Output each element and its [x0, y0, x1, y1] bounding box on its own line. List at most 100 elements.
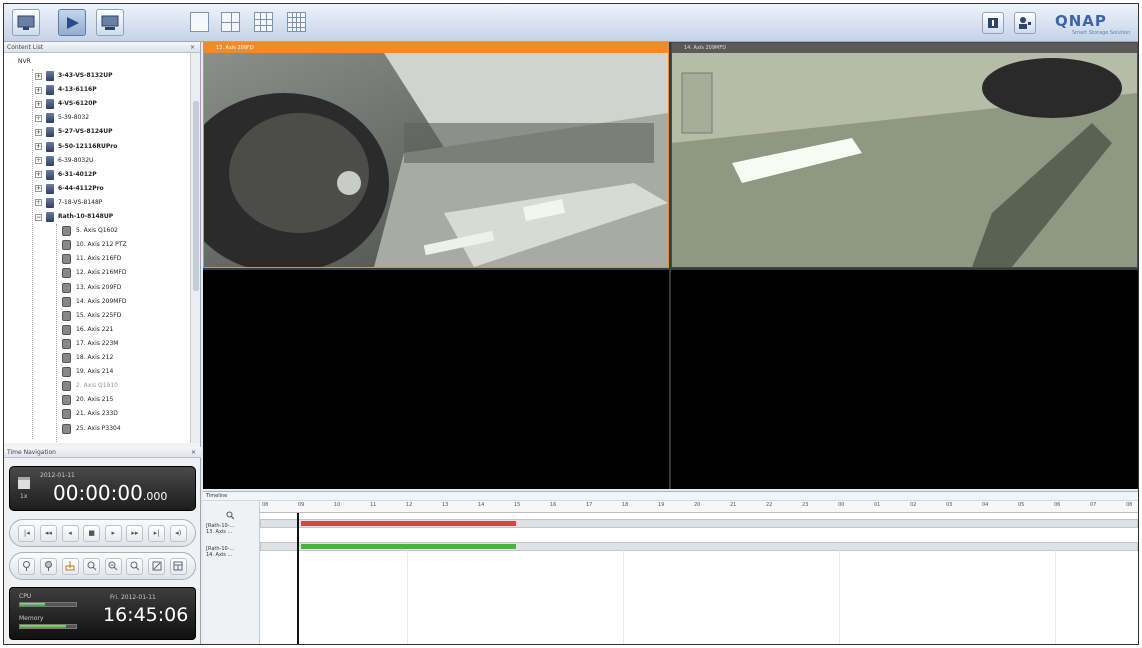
- time-display: 1x 2012-01-11 00:00:00.000: [9, 466, 196, 511]
- tree-camera[interactable]: 20. Axis 215: [62, 393, 113, 407]
- layout-1x1-icon[interactable]: [190, 12, 209, 32]
- user-icon[interactable]: [1014, 12, 1036, 34]
- expand-toggle-icon[interactable]: +: [35, 100, 42, 108]
- zoom-in-icon[interactable]: [104, 557, 122, 575]
- tree-camera[interactable]: 10. Axis 212 PTZ: [62, 238, 127, 252]
- video-pane-2[interactable]: 14. Axis 209MFD: [671, 42, 1138, 268]
- tree-camera[interactable]: 14. Axis 209MFD: [62, 295, 127, 309]
- search-icon[interactable]: [83, 557, 101, 575]
- tree-folder[interactable]: +3-43-VS-8132UP: [35, 69, 113, 83]
- close-icon[interactable]: ×: [191, 447, 196, 458]
- recording-segment[interactable]: [300, 544, 516, 549]
- hour-tick-label: 08: [262, 502, 269, 508]
- expand-toggle-icon[interactable]: +: [35, 86, 42, 94]
- expand-toggle-icon[interactable]: +: [35, 128, 42, 136]
- grid-line: [407, 550, 408, 644]
- expand-toggle-icon[interactable]: −: [35, 213, 42, 221]
- video-pane-4[interactable]: [671, 270, 1138, 489]
- tree-camera[interactable]: 25. Axis P3304: [62, 422, 121, 436]
- play-button[interactable]: ▸: [104, 524, 122, 542]
- tree-camera[interactable]: 12. Axis 216MFD: [62, 266, 127, 280]
- tree-folder[interactable]: +6-39-8032U: [35, 154, 93, 168]
- expand-toggle-icon[interactable]: +: [35, 157, 42, 165]
- timeline-track-2[interactable]: [260, 542, 1138, 551]
- expand-toggle-icon[interactable]: +: [35, 185, 42, 193]
- hour-tick-label: 15: [514, 502, 521, 508]
- expand-toggle-icon[interactable]: +: [35, 72, 42, 80]
- logo-subtitle: Smart Storage Solution: [1072, 30, 1131, 36]
- tree-camera[interactable]: 5. Axis Q1602: [62, 224, 118, 238]
- video-pane-1[interactable]: 13. Axis 209FD: [203, 42, 669, 268]
- expand-toggle-icon[interactable]: +: [35, 171, 42, 179]
- camera-feed-1: [204, 53, 668, 267]
- timeline-labels: [Rath-10-... 13. Axis ... [Rath-10-... 14.…: [203, 501, 260, 644]
- close-icon[interactable]: ×: [190, 42, 195, 53]
- nvr-folder-icon: [46, 71, 54, 81]
- export-icon[interactable]: [61, 557, 79, 575]
- device-icon[interactable]: [96, 9, 124, 36]
- calendar-icon[interactable]: [18, 477, 30, 489]
- info-icon[interactable]: [982, 12, 1004, 34]
- tree-camera[interactable]: 15. Axis 225FD: [62, 309, 121, 323]
- layout-3x3-icon[interactable]: [254, 12, 273, 32]
- tree-camera[interactable]: 16. Axis 221: [62, 323, 113, 337]
- layout-2x2-icon[interactable]: [221, 12, 240, 32]
- timeline-track-1[interactable]: [260, 519, 1138, 528]
- hour-tick-label: 05: [1018, 502, 1025, 508]
- tree-scrollbar[interactable]: [190, 53, 200, 443]
- tree-root[interactable]: NVR: [18, 55, 31, 69]
- camera-icon: [62, 226, 71, 237]
- camera-icon: [62, 423, 71, 434]
- zoom-out-icon[interactable]: [126, 557, 144, 575]
- tree-folder[interactable]: +4-VS-6120P: [35, 97, 97, 111]
- calendar-grid-icon[interactable]: [169, 557, 187, 575]
- hour-tick-label: 04: [982, 502, 989, 508]
- tree-camera-label: 2. Axis Q1910: [76, 382, 118, 390]
- tree-camera[interactable]: 17. Axis 223M: [62, 337, 118, 351]
- memory-bar-fill: [20, 625, 66, 628]
- recording-segment[interactable]: [300, 521, 516, 526]
- tree-camera[interactable]: 19. Axis 214: [62, 365, 113, 379]
- layout-4x4-icon[interactable]: [287, 12, 306, 32]
- tree-camera[interactable]: 2. Axis Q1910: [62, 379, 118, 393]
- tree-camera[interactable]: 13. Axis 209FD: [62, 281, 121, 295]
- fast-forward-button[interactable]: ▸▸: [126, 524, 144, 542]
- nvr-folder-icon: [46, 169, 54, 180]
- tree-camera-label: 18. Axis 212: [76, 354, 114, 361]
- nvr-folder-icon: [46, 141, 54, 152]
- skip-end-button[interactable]: ▸|: [148, 524, 166, 542]
- stop-button[interactable]: ■: [83, 524, 101, 542]
- tree-folder[interactable]: +5-50-12116RUPro: [35, 140, 117, 154]
- monitor-icon[interactable]: [12, 9, 40, 36]
- audio-button[interactable]: ◂): [169, 524, 187, 542]
- timeline-cursor[interactable]: [296, 513, 299, 644]
- scrollbar-thumb[interactable]: [193, 101, 199, 291]
- step-back-button[interactable]: ◂: [61, 524, 79, 542]
- zoom-icon[interactable]: [226, 504, 235, 520]
- pin-icon[interactable]: [18, 557, 36, 575]
- expand-toggle-icon[interactable]: +: [35, 114, 42, 122]
- tree-folder[interactable]: +6-31-4012P: [35, 168, 97, 182]
- tree-folder[interactable]: +7-18-VS-8148P: [35, 196, 102, 210]
- expand-toggle-icon[interactable]: +: [35, 199, 42, 207]
- tree-folder-label: 5-50-12116RUPro: [58, 142, 118, 150]
- tree-folder[interactable]: +6-44-4112Pro: [35, 182, 104, 196]
- expand-toggle-icon[interactable]: +: [35, 143, 42, 150]
- fit-icon[interactable]: [148, 557, 166, 575]
- nvr-folder-icon: [46, 155, 54, 166]
- playback-icon[interactable]: [58, 9, 86, 36]
- tree-camera[interactable]: 18. Axis 212: [62, 351, 113, 365]
- tree-folder[interactable]: +4-13-6116P: [35, 83, 97, 97]
- video-pane-3[interactable]: [203, 270, 669, 489]
- tree-folder[interactable]: − Rath-10-8148UP: [35, 210, 113, 224]
- tree-folder[interactable]: +5-27-VS-8124UP: [35, 125, 113, 139]
- pin-alt-icon[interactable]: [39, 557, 57, 575]
- timeline-header: Timeline: [203, 492, 1138, 501]
- timeline-ruler[interactable]: 08 09 10 11 12 13 14 15 16 17 18 19 20 21 22 23 00 01 02 03…: [260, 501, 1138, 513]
- skip-start-button[interactable]: |◂: [18, 524, 36, 542]
- fast-rewind-button[interactable]: ◂◂: [39, 524, 57, 542]
- tree-camera[interactable]: 21. Axis 233D: [62, 407, 118, 421]
- tree-camera[interactable]: 11. Axis 216FD: [62, 252, 121, 266]
- video-grid: 13. Axis 209FD 14. Axis 209MFD: [203, 42, 1138, 489]
- tree-folder[interactable]: +5-39-8032: [35, 111, 89, 125]
